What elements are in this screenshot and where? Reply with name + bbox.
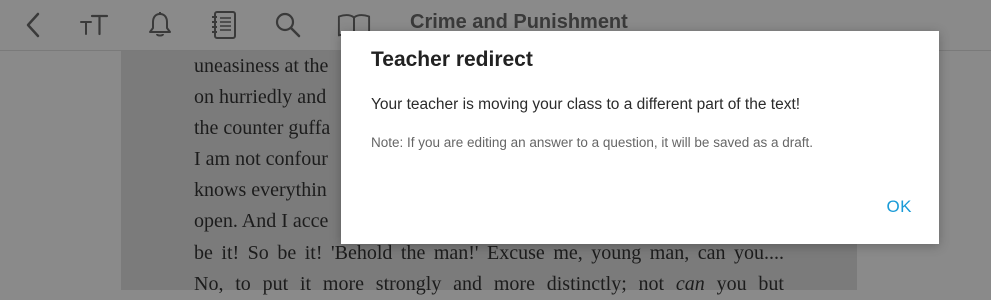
- search-icon[interactable]: [271, 8, 305, 42]
- back-icon[interactable]: [16, 8, 50, 42]
- teacher-redirect-dialog: Teacher redirect Your teacher is moving …: [341, 31, 939, 244]
- ok-button[interactable]: OK: [886, 197, 912, 217]
- dialog-note: Note: If you are editing an answer to a …: [371, 135, 813, 150]
- notebook-icon[interactable]: [207, 8, 241, 42]
- bell-icon[interactable]: [143, 8, 177, 42]
- dialog-message: Your teacher is moving your class to a d…: [371, 96, 801, 113]
- text-line-with-italic: No, to put it more strongly and more dis…: [194, 272, 784, 295]
- dialog-title: Teacher redirect: [371, 48, 533, 71]
- text-size-icon[interactable]: [77, 8, 111, 42]
- italic-word: can: [675, 272, 705, 295]
